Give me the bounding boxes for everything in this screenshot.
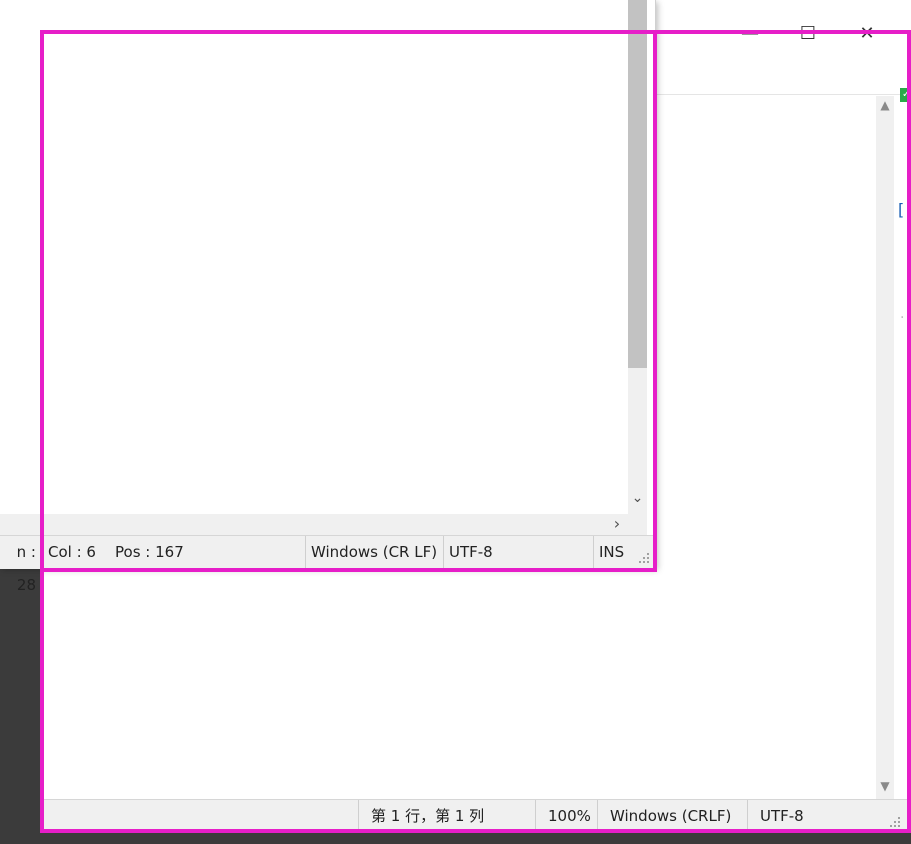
editor-status-bar: n : 28 Col : 6 Pos : 167 Windows (CR LF)…	[0, 535, 655, 594]
line-number-label: n : 28	[16, 543, 36, 594]
editor-text-area[interactable]	[0, 0, 628, 514]
line-ending-label: Windows (CR LF)	[305, 536, 443, 569]
notepad-vertical-scrollbar[interactable]: ▲ ▼	[876, 96, 894, 799]
resize-grip-icon[interactable]	[637, 551, 651, 565]
column-position-label: Col : 6 Pos : 167	[48, 543, 184, 561]
notepad-status-bar: 第 1 行，第 1 列 100% Windows (CRLF) UTF-8	[42, 799, 911, 833]
resize-grip-icon[interactable]	[888, 815, 902, 829]
close-button[interactable]: ✕	[838, 14, 896, 54]
minimize-button[interactable]: —	[721, 14, 779, 54]
editor-horizontal-scrollbar[interactable]: ›	[0, 514, 628, 535]
scrollbar-thumb[interactable]	[628, 0, 647, 368]
partial-link-glyph: [	[898, 200, 905, 219]
scroll-up-icon[interactable]: ▲	[876, 98, 894, 112]
insert-mode-label: INS	[593, 536, 633, 569]
line-ending-label: Windows (CRLF)	[597, 800, 747, 833]
encoding-label: UTF-8	[443, 536, 593, 569]
check-icon: ✓	[900, 88, 911, 102]
chevron-right-icon[interactable]: ›	[608, 514, 626, 534]
scroll-down-icon[interactable]: ▼	[876, 779, 894, 793]
editor-window: ⌄ › n : 28 Col : 6 Pos : 167 Windows (CR…	[0, 0, 656, 594]
chevron-down-icon[interactable]: ⌄	[628, 490, 647, 506]
editor-vertical-scrollbar[interactable]: ⌄	[628, 0, 647, 514]
encoding-label: UTF-8	[747, 800, 911, 833]
scrollbar-corner	[628, 514, 647, 535]
cursor-position-label: 第 1 行，第 1 列	[358, 800, 535, 833]
partial-glyph: ·	[900, 310, 905, 326]
zoom-label: 100%	[535, 800, 597, 833]
maximize-button[interactable]: ☐	[779, 14, 837, 54]
